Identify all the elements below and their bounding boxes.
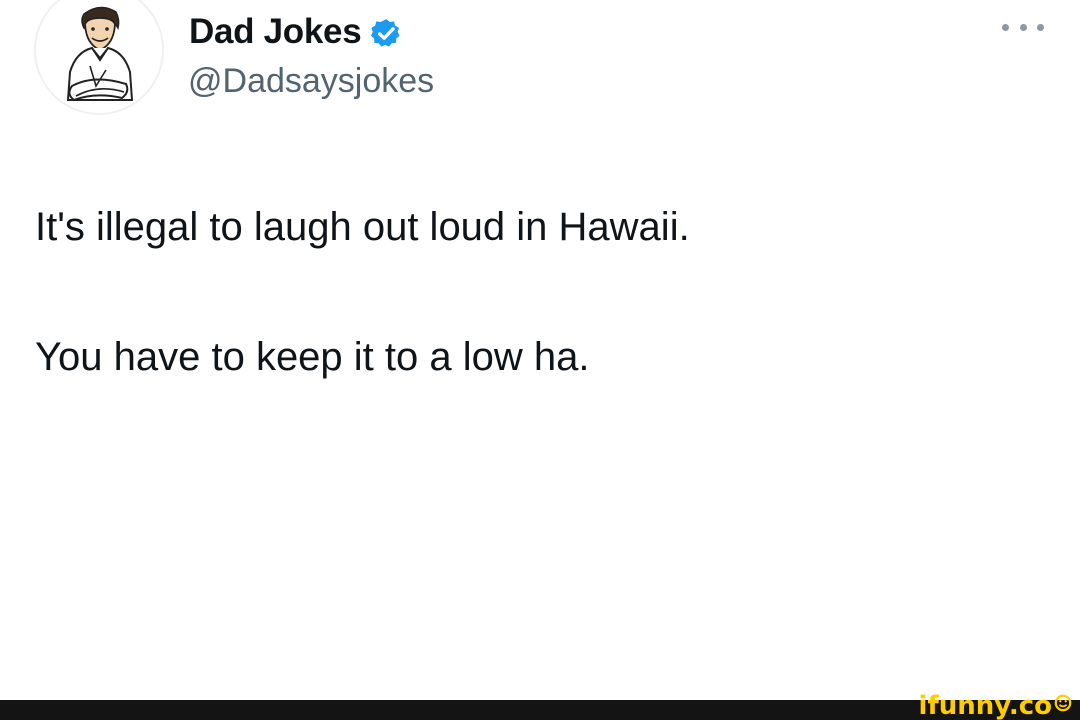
author-handle[interactable]: @Dadsaysjokes xyxy=(188,62,434,101)
more-options-icon-dot xyxy=(1019,23,1027,31)
more-options-icon-dot xyxy=(1037,23,1044,31)
avatar[interactable] xyxy=(34,0,164,120)
more-options-icon xyxy=(1002,23,1009,31)
verified-badge-icon xyxy=(370,17,403,50)
cartoon-man-avatar-icon xyxy=(34,0,164,115)
tweet-screenshot: Dad Jokes @Dadsaysjokes It's illegal to … xyxy=(0,0,1080,720)
tweet-text-line: You have to keep it to a low ha. xyxy=(35,335,590,379)
tweet-text-line: It's illegal to laugh out loud in Hawaii… xyxy=(35,205,690,249)
display-name[interactable]: Dad Jokes xyxy=(189,12,362,52)
more-options-button[interactable] xyxy=(1000,16,1046,38)
watermark-text: ifunny.co xyxy=(918,691,1052,720)
ifunny-watermark: ifunny.co xyxy=(919,692,1072,720)
author-name-row: Dad Jokes xyxy=(189,8,403,56)
smiley-icon xyxy=(1054,694,1072,712)
